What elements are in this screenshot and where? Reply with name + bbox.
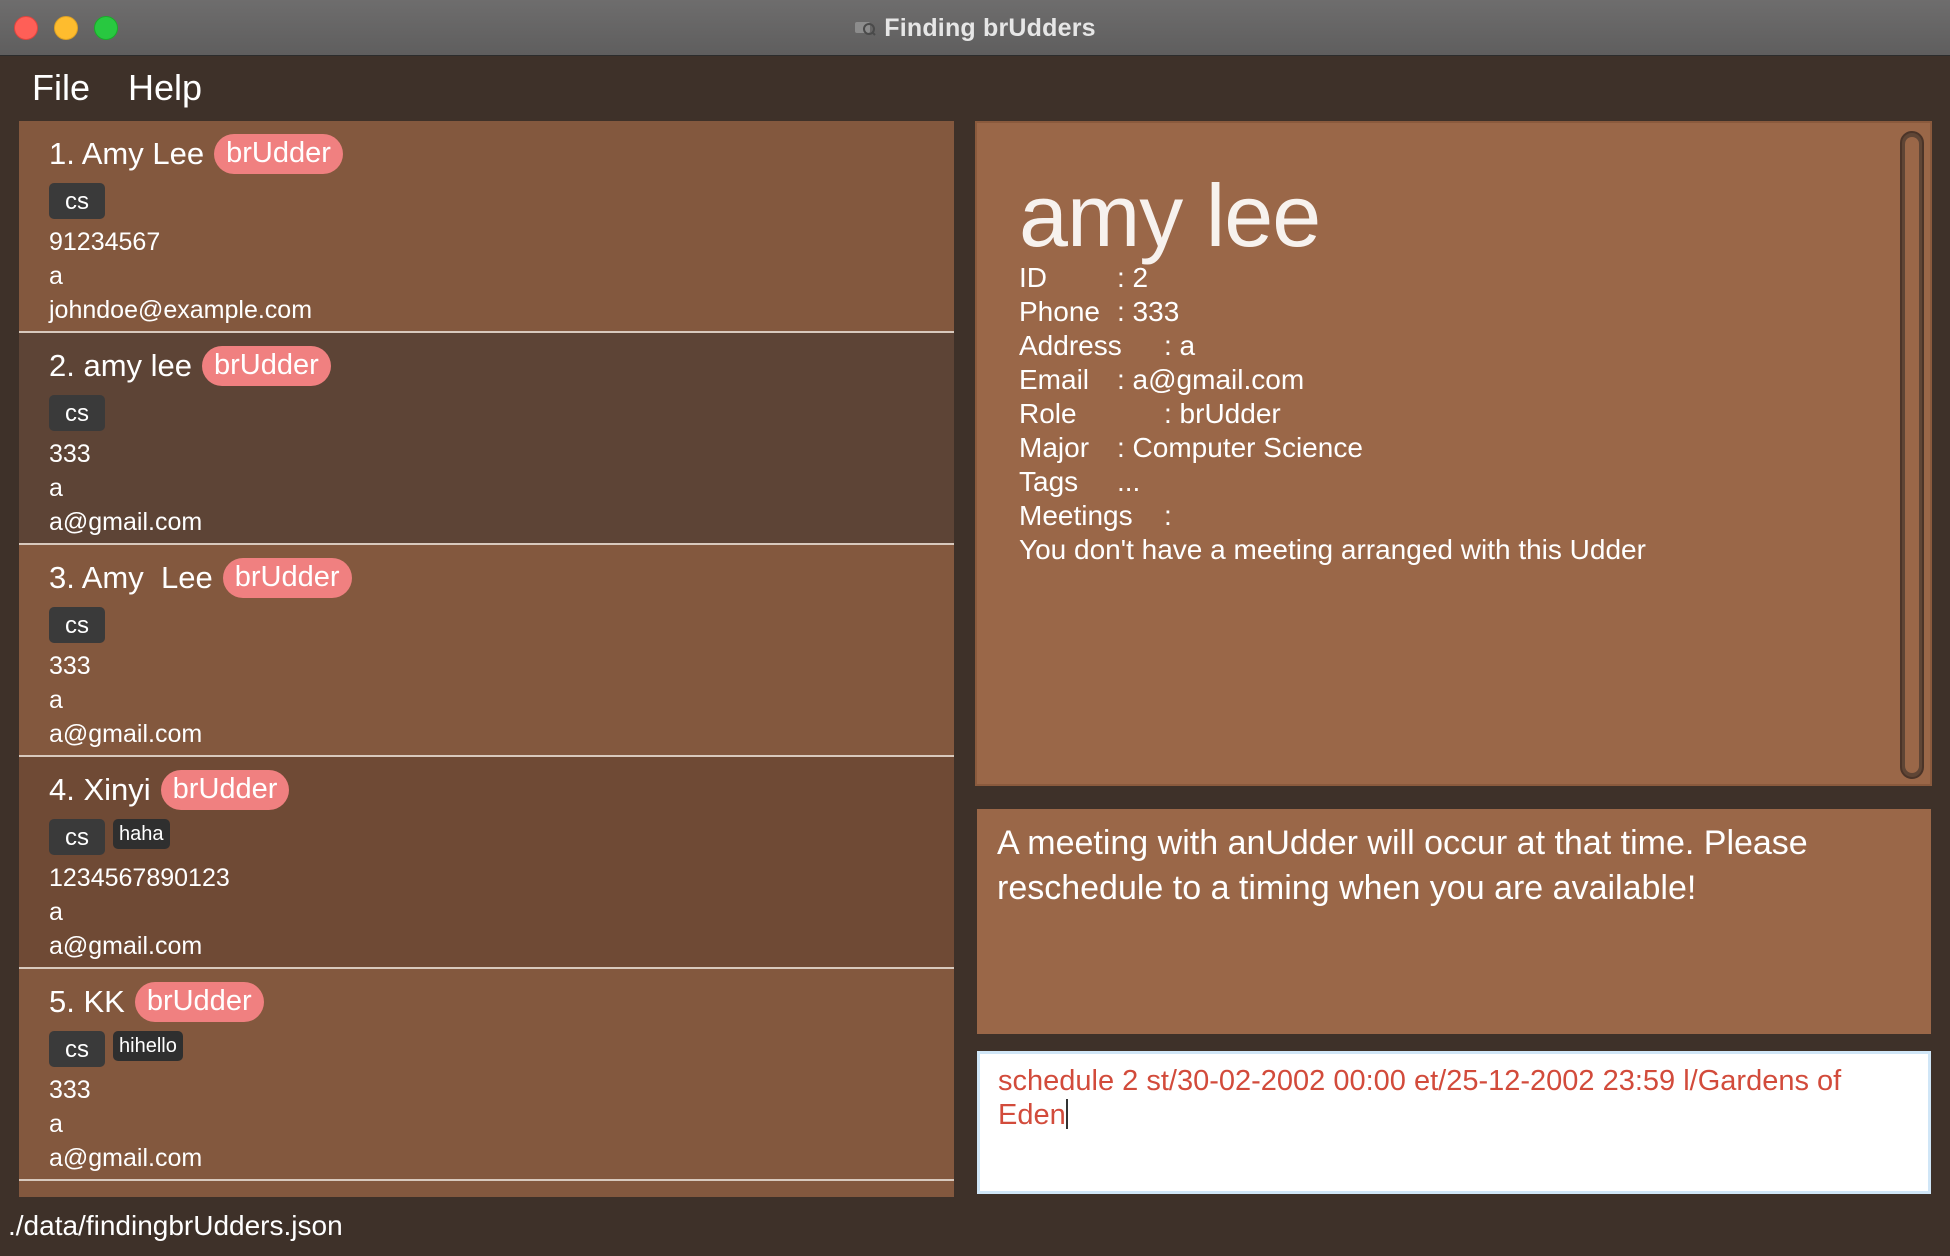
detail-id-label: ID [1019,262,1047,293]
detail-major-label: Major [1019,432,1090,463]
person-address: a [49,1110,63,1138]
detail-email-row: Email : a@gmail.com [1019,363,1646,397]
person-name: 4. Xinyi [49,772,151,807]
person-phone: 333 [49,652,91,680]
person-email: a@gmail.com [49,508,203,536]
detail-role-row: Role : brUdder [1019,397,1646,431]
detail-role-label: Role [1019,398,1077,429]
person-phone: 333 [49,1076,91,1104]
title-bar: Finding brUdders [0,0,1950,56]
detail-meetings-value: : [1164,500,1172,531]
person-phone: 1234567890123 [49,864,230,892]
person-name: 5. KK [49,984,125,1019]
person-card[interactable]: 5. KK brUdder cs hihello 333 a a@gmail.c… [19,969,954,1181]
person-card[interactable]: 3. Amy Lee brUdder cs 333 a a@gmail.com [19,545,954,757]
major-tag: cs [49,607,105,643]
person-card[interactable]: 2. amy lee brUdder cs 333 a a@gmail.com [19,333,954,545]
person-email: johndoe@example.com [49,296,313,324]
person-detail-panel: amy lee ID : 2 Phone : 333 Address : a E… [975,121,1932,786]
person-email: a@gmail.com [49,932,203,960]
window-title: Finding brUdders [884,13,1096,42]
detail-scrollbar[interactable] [1900,131,1924,779]
person-address: a [49,686,63,714]
person-card[interactable]: 1. Amy Lee brUdder cs 91234567 a johndoe… [19,121,954,333]
status-bar-path: ./data/findingbrUdders.json [8,1210,343,1241]
detail-id-value: : 2 [1117,262,1149,293]
detail-id-row: ID : 2 [1019,261,1646,295]
window-title-group: Finding brUdders [0,0,1950,56]
detail-major-row: Major : Computer Science [1019,431,1646,465]
text-caret [1065,1099,1068,1129]
person-name: 3. Amy Lee [49,560,213,595]
detail-email-value: : a@gmail.com [1117,364,1305,395]
detail-tags-value: ... [1117,466,1141,497]
detail-major-value: : Computer Science [1117,432,1363,463]
major-tag: cs [49,1031,105,1067]
person-card[interactable]: 4. Xinyi brUdder cs haha 1234567890123 a… [19,757,954,969]
command-input[interactable]: schedule 2 st/30-02-2002 00:00 et/25-12-… [998,1065,1841,1131]
person-name: 1. Amy Lee [49,136,205,171]
person-phone: 333 [49,440,91,468]
person-phone: 91234567 [49,228,161,256]
major-tag: cs [49,819,105,855]
detail-phone-row: Phone : 333 [1019,295,1646,329]
menu-file[interactable]: File [32,67,90,109]
detail-address-label: Address [1019,330,1122,361]
person-email: a@gmail.com [49,720,203,748]
person-address: a [49,262,63,290]
person-address: a [49,474,63,502]
detail-phone-value: : 333 [1117,296,1180,327]
role-badge: brUdder [134,982,264,1022]
detail-tags-row: Tags ... [1019,465,1646,499]
role-badge: brUdder [202,346,331,386]
person-name: 2. amy lee [49,348,193,383]
detail-meetings-label: Meetings [1019,500,1133,531]
detail-email-label: Email [1019,364,1090,395]
extra-tag: haha [113,819,170,849]
menu-help[interactable]: Help [128,67,202,109]
detail-role-value: : brUdder [1164,398,1281,429]
role-badge: brUdder [222,558,352,598]
role-badge: brUdder [160,770,290,810]
detail-tags-label: Tags [1019,466,1079,497]
result-message: A meeting with anUdder will occur at tha… [997,824,1808,907]
major-tag: cs [49,183,105,219]
app-icon [855,22,876,36]
menu-bar: File Help [0,57,1950,119]
detail-phone-label: Phone [1019,296,1100,327]
person-list[interactable]: 1. Amy Lee brUdder cs 91234567 a johndoe… [19,121,954,1197]
command-box[interactable]: schedule 2 st/30-02-2002 00:00 et/25-12-… [977,1051,1931,1194]
result-display: A meeting with anUdder will occur at tha… [977,809,1931,1034]
detail-scroll-thumb[interactable] [1905,137,1919,773]
major-tag: cs [49,395,105,431]
extra-tag: hihello [113,1031,183,1061]
person-email: a@gmail.com [49,1144,203,1172]
role-badge: brUdder [214,134,343,174]
detail-meetings-row: Meetings : [1019,499,1646,533]
detail-fields: ID : 2 Phone : 333 Address : a Email : a… [1019,261,1646,567]
detail-address-value: : a [1164,330,1196,361]
detail-address-row: Address : a [1019,329,1646,363]
person-address: a [49,898,63,926]
detail-person-name: amy lee [1019,166,1321,265]
detail-meetings-note: You don't have a meeting arranged with t… [1019,534,1646,565]
